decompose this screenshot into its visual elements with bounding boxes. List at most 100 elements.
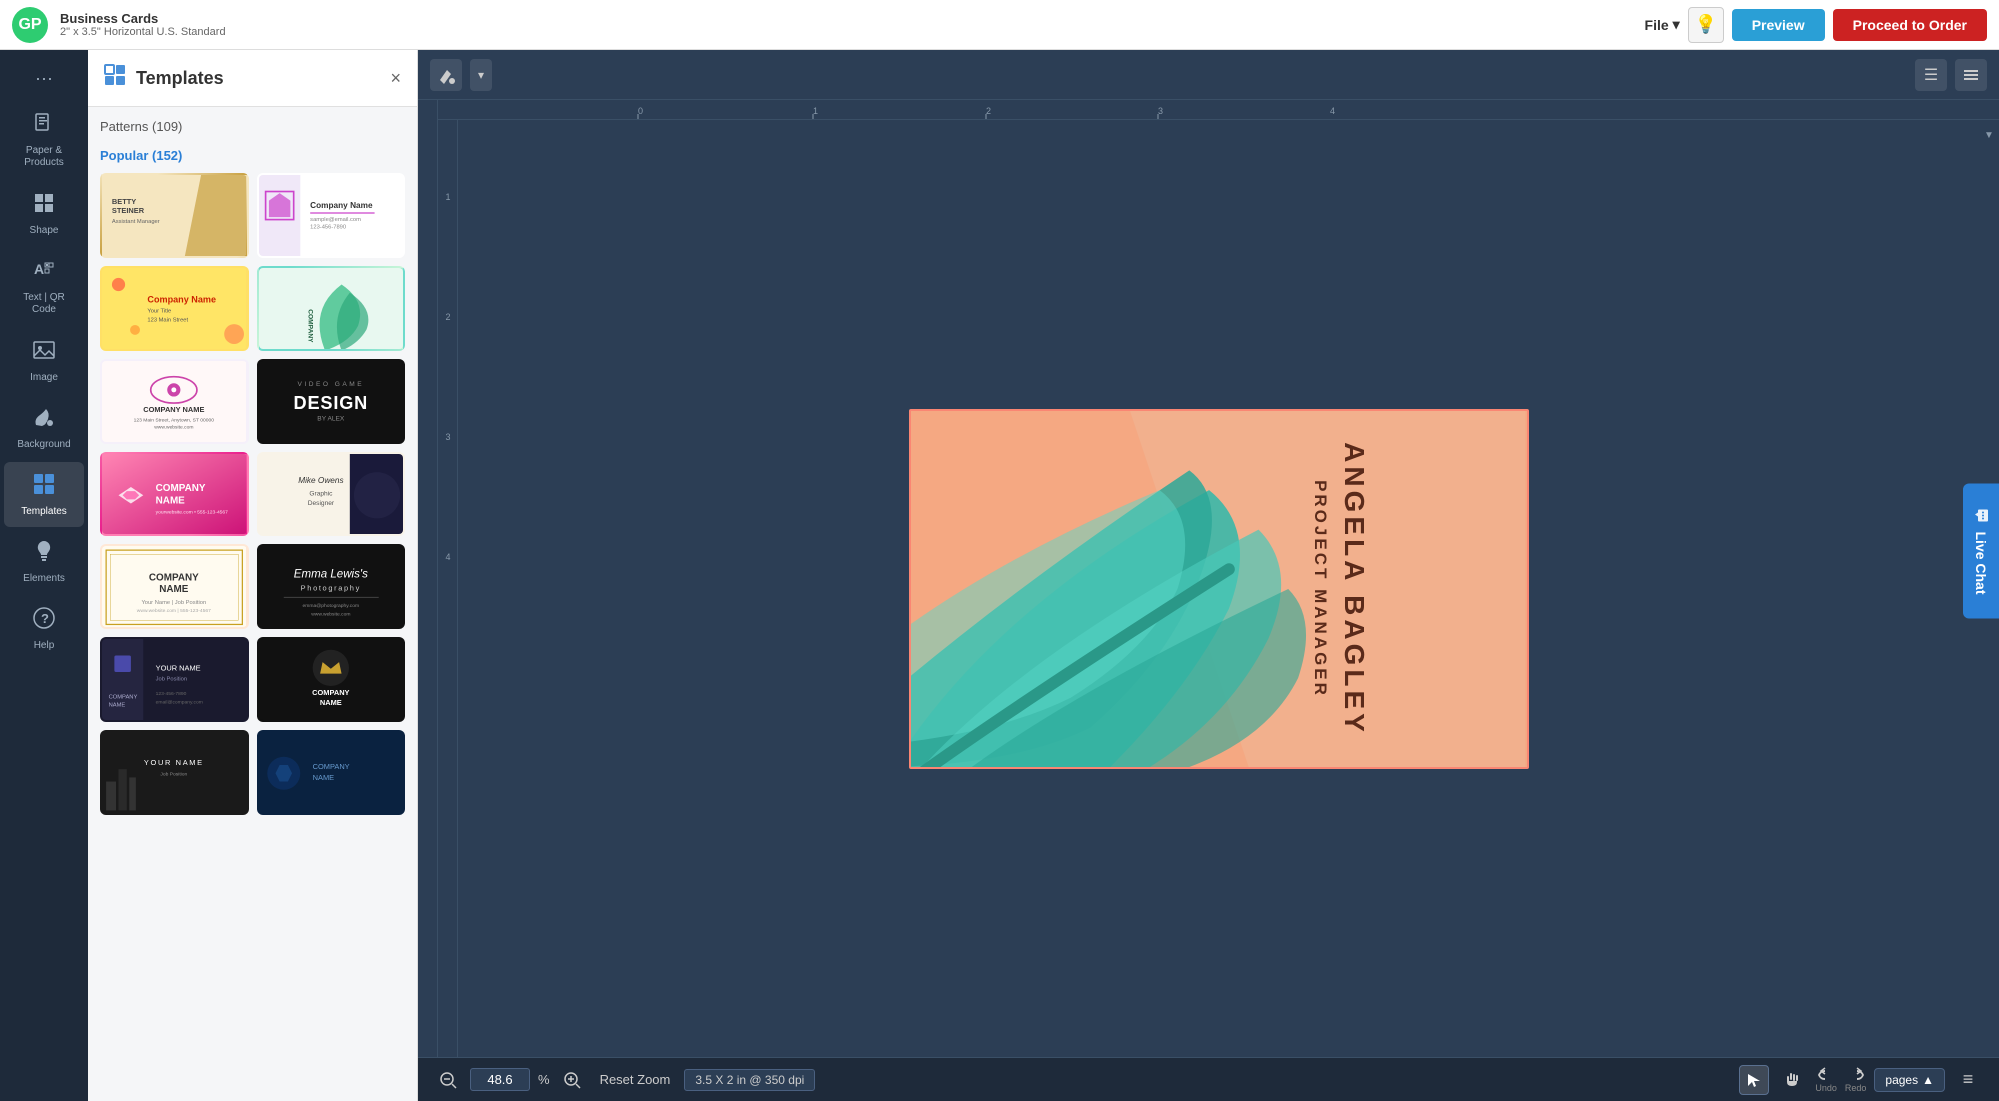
svg-text:COMPANY: COMPANY: [156, 483, 206, 494]
templates-label: Templates: [21, 506, 67, 517]
zoom-out-button[interactable]: [434, 1066, 462, 1094]
doc-title: Business Cards: [60, 11, 1637, 26]
top-actions: 💡 Preview Proceed to Order: [1688, 7, 1987, 43]
proceed-to-order-button[interactable]: Proceed to Order: [1833, 9, 1987, 41]
doc-info: Business Cards 2" x 3.5" Horizontal U.S.…: [60, 11, 1637, 38]
file-menu-button[interactable]: File ▾: [1637, 12, 1688, 37]
template-card-10[interactable]: Emma Lewis's Photography emma@photograph…: [257, 544, 406, 629]
zoom-value-input[interactable]: [470, 1068, 530, 1091]
svg-text:3: 3: [1158, 106, 1163, 116]
doc-subtitle: 2" x 3.5" Horizontal U.S. Standard: [60, 26, 1637, 38]
background-label: Background: [17, 439, 70, 450]
undo-button[interactable]: Undo: [1815, 1067, 1837, 1093]
select-tool-button[interactable]: [1739, 1065, 1769, 1095]
svg-text:COMPANY: COMPANY: [109, 695, 138, 701]
templates-icon: [32, 472, 56, 502]
sidebar-item-help[interactable]: ? Help: [4, 596, 84, 661]
template-card-12[interactable]: COMPANY NAME: [257, 637, 406, 722]
svg-text:123-456-7890: 123-456-7890: [156, 691, 187, 697]
svg-text:?: ?: [41, 611, 49, 626]
shape-label: Shape: [30, 225, 59, 236]
svg-text:123 Main Street, Anytown, ST 0: 123 Main Street, Anytown, ST 00000: [134, 417, 215, 423]
template-card-13[interactable]: YOUR NAME Job Position: [100, 730, 249, 815]
sidebar-item-image[interactable]: Image: [4, 328, 84, 393]
svg-text:Company Name: Company Name: [310, 201, 373, 210]
panel-title: Templates: [136, 68, 390, 89]
background-icon: [32, 405, 56, 435]
svg-text:4: 4: [1330, 106, 1335, 116]
template-card-6[interactable]: VIDEO GAME DESIGN BY ALEX: [257, 359, 406, 444]
icon-sidebar: ··· Paper &Products: [0, 50, 88, 1101]
zoom-in-button[interactable]: [558, 1066, 586, 1094]
template-card-14[interactable]: COMPANY NAME: [257, 730, 406, 815]
template-card-8[interactable]: Mike Owens Graphic Designer: [257, 452, 406, 537]
help-label: Help: [34, 640, 55, 651]
undo-label: Undo: [1815, 1083, 1837, 1093]
sidebar-item-templates[interactable]: Templates: [4, 462, 84, 527]
redo-label: Redo: [1845, 1083, 1867, 1093]
hand-tool-button[interactable]: [1777, 1065, 1807, 1095]
template-card-2[interactable]: Company Name sample@email.com 123-456-78…: [257, 173, 406, 258]
card-text-container: ANGELA BAGLEY PROJECT MANAGER: [1310, 442, 1370, 736]
svg-text:NAME: NAME: [156, 495, 186, 506]
shape-icon: [32, 191, 56, 221]
template-card-3[interactable]: Company Name Your Title 123 Main Street: [100, 266, 249, 351]
dpi-label: 3.5 X 2 in @ 350 dpi: [684, 1069, 815, 1091]
paint-bucket-button[interactable]: [430, 59, 462, 91]
sidebar-item-text-qr[interactable]: A Text | QRCode: [4, 248, 84, 326]
live-chat-tab[interactable]: Live Chat: [1963, 483, 1999, 618]
svg-text:STEINER: STEINER: [112, 206, 145, 215]
svg-text:123 Main Street: 123 Main Street: [147, 318, 188, 324]
sidebar-item-elements[interactable]: Elements: [4, 529, 84, 594]
canvas-dropdown-button[interactable]: ▾: [470, 59, 492, 91]
reset-zoom-button[interactable]: Reset Zoom: [594, 1070, 677, 1089]
sidebar-item-paper-products[interactable]: Paper &Products: [4, 101, 84, 179]
business-card-canvas[interactable]: ANGELA BAGLEY PROJECT MANAGER: [909, 409, 1529, 769]
sidebar-item-background[interactable]: Background: [4, 395, 84, 460]
canvas-dropdown-icon: ▾: [478, 68, 484, 82]
svg-text:NAME: NAME: [401, 305, 403, 322]
template-card-5[interactable]: COMPANY NAME 123 Main Street, Anytown, S…: [100, 359, 249, 444]
svg-text:NAME: NAME: [159, 585, 189, 596]
pages-button[interactable]: pages ▲: [1874, 1068, 1945, 1092]
svg-text:DESIGN: DESIGN: [293, 393, 368, 413]
hamburger-button[interactable]: ≡: [1953, 1065, 1983, 1095]
lightbulb-button[interactable]: 💡: [1688, 7, 1724, 43]
svg-text:www.website.com: www.website.com: [311, 612, 350, 618]
template-card-7[interactable]: COMPANY NAME yourwebsite.com • 555-123-4…: [100, 452, 249, 537]
status-bar: % Reset Zoom 3.5 X 2 in @ 350 dpi: [418, 1057, 1999, 1101]
svg-text:Graphic: Graphic: [309, 490, 333, 497]
sidebar-item-shape[interactable]: Shape: [4, 181, 84, 246]
image-label: Image: [30, 372, 58, 383]
canvas-viewport: 1 2 3 4 ▼: [438, 120, 1999, 1057]
popular-label: Popular (152): [100, 148, 405, 163]
svg-text:YOUR NAME: YOUR NAME: [144, 758, 204, 767]
svg-text:2: 2: [445, 312, 450, 322]
svg-text:Emma Lewis's: Emma Lewis's: [293, 569, 367, 581]
panel-close-button[interactable]: ×: [390, 68, 401, 89]
svg-text:Your Title: Your Title: [147, 308, 171, 314]
redo-button[interactable]: Redo: [1845, 1067, 1867, 1093]
top-bar: GP Business Cards 2" x 3.5" Horizontal U…: [0, 0, 1999, 50]
preview-button[interactable]: Preview: [1732, 9, 1825, 41]
template-card-1[interactable]: BETTY STEINER Assistant Manager: [100, 173, 249, 258]
ruler-corner: [418, 100, 438, 1057]
svg-text:www.website.com | 555-123-4567: www.website.com | 555-123-4567: [137, 608, 211, 614]
svg-text:2: 2: [986, 106, 991, 116]
svg-text:3: 3: [445, 432, 450, 442]
svg-text:sample@email.com: sample@email.com: [310, 217, 361, 223]
canvas-area: ▾ ☰: [418, 50, 1999, 1101]
template-card-9[interactable]: COMPANY NAME Your Name | Job Position ww…: [100, 544, 249, 629]
svg-text:123-456-7890: 123-456-7890: [310, 225, 346, 231]
ruler-vertical: 1 2 3 4: [438, 120, 458, 1057]
svg-text:1: 1: [445, 192, 450, 202]
menu-icon-button[interactable]: ☰: [1915, 59, 1947, 91]
elements-label: Elements: [23, 573, 65, 584]
layers-button[interactable]: [1955, 59, 1987, 91]
template-card-4[interactable]: COMPANY NAME: [257, 266, 406, 351]
ruler-end-marker: ▼: [1979, 120, 1999, 150]
paper-products-label: Paper &Products: [24, 145, 63, 169]
panel-header: Templates ×: [88, 50, 417, 107]
svg-text:VIDEO GAME: VIDEO GAME: [297, 380, 364, 387]
template-card-11[interactable]: COMPANY NAME YOUR NAME Job Position 123-…: [100, 637, 249, 722]
